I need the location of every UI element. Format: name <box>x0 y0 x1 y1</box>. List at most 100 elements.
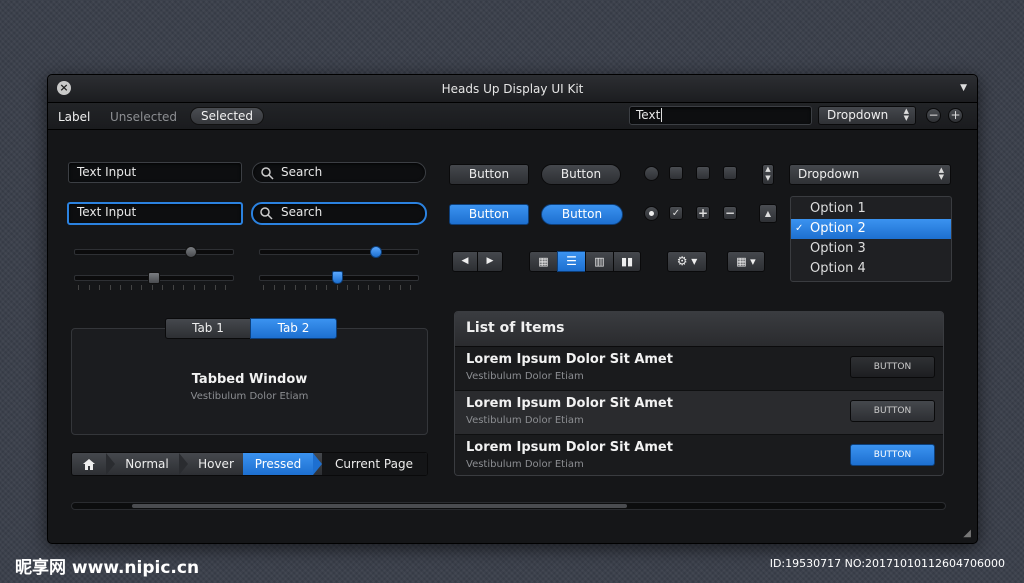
horizontal-scrollbar[interactable] <box>71 502 946 510</box>
list-item: Lorem Ipsum Dolor Sit Amet Vestibulum Do… <box>455 391 943 435</box>
arrow-left-icon[interactable]: ◀ <box>452 251 478 272</box>
triangle-down-icon[interactable]: ▼ <box>960 83 967 93</box>
radio-checked[interactable] <box>644 206 659 221</box>
list-item-button[interactable]: BUTTON <box>850 400 935 422</box>
dropdown-option-4[interactable]: Option 4 <box>791 259 951 279</box>
search-input-1[interactable]: Search <box>252 162 426 183</box>
list-item: Lorem Ipsum Dolor Sit Amet Vestibulum Do… <box>455 435 943 475</box>
tab-1[interactable]: Tab 1 <box>165 318 251 339</box>
calendar-icon[interactable]: ▦ ▾ <box>727 251 765 272</box>
slider-tick <box>88 285 90 290</box>
slider-tick <box>193 285 195 290</box>
toolbar-unselected[interactable]: Unselected <box>110 110 177 124</box>
breadcrumb: Normal Hover Pressed Current Page <box>71 452 428 476</box>
list-item-title: Lorem Ipsum Dolor Sit Amet <box>466 352 673 367</box>
toolbar-text-field[interactable]: Text <box>629 106 812 125</box>
dropdown-option-1[interactable]: Option 1 <box>791 199 951 219</box>
slider-tick <box>183 285 184 290</box>
slider-4-ticks <box>263 285 413 291</box>
resize-grip-icon[interactable]: ◢ <box>963 528 971 539</box>
text-input-1[interactable]: Text Input <box>68 162 242 183</box>
search-input-2-label: Search <box>281 205 323 219</box>
column-view-icon[interactable]: ▥ <box>585 251 614 272</box>
checkbox-unchecked-2[interactable] <box>696 166 710 180</box>
minus-icon[interactable]: − <box>723 206 737 220</box>
minus-icon[interactable]: − <box>926 108 941 123</box>
slider-tick <box>273 285 275 290</box>
slider-4-knob[interactable] <box>332 271 343 284</box>
toolbar-selected[interactable]: Selected <box>190 107 265 125</box>
slider-tick <box>399 285 401 290</box>
slider-tick <box>347 285 348 290</box>
breadcrumb-pressed[interactable]: Pressed <box>243 453 313 475</box>
window-title: Heads Up Display UI Kit <box>441 82 584 96</box>
hud-window: × Heads Up Display UI Kit ▼ Label Unsele… <box>47 74 978 544</box>
chevron-updown-icon: ▲ ▼ <box>938 166 944 181</box>
scrollbar-thumb[interactable] <box>132 504 627 508</box>
slider-tick <box>130 285 132 290</box>
title-bar: × Heads Up Display UI Kit ▼ <box>48 75 977 103</box>
dropdown-option-3[interactable]: Option 3 <box>791 239 951 259</box>
slider-tick <box>109 285 111 290</box>
search-input-2[interactable]: Search <box>251 202 427 225</box>
check-icon[interactable]: ✓ <box>669 206 683 220</box>
slider-tick <box>214 285 216 290</box>
checkbox-unchecked[interactable] <box>669 166 683 180</box>
search-input-1-label: Search <box>281 165 323 179</box>
slider-3-ticks <box>78 285 228 291</box>
list-item-subtitle: Vestibulum Dolor Etiam <box>466 459 584 470</box>
grid-view-icon[interactable]: ▦ <box>529 251 558 272</box>
button-round-pressed[interactable]: Button <box>541 204 623 225</box>
slider-tick <box>78 285 79 290</box>
slider-tick <box>336 285 338 290</box>
slider-2-track[interactable] <box>259 249 419 255</box>
list-item-title: Lorem Ipsum Dolor Sit Amet <box>466 440 673 455</box>
slider-tick <box>368 285 369 290</box>
plus-icon[interactable]: + <box>696 206 710 220</box>
list-item-button[interactable]: BUTTON <box>850 356 935 378</box>
radio-unchecked[interactable] <box>644 166 659 181</box>
breadcrumb-hover[interactable]: Hover <box>189 453 243 475</box>
watermark-left: 昵享网 www.nipic.cn <box>15 558 200 578</box>
home-icon[interactable] <box>72 453 106 475</box>
toolbar-dropdown[interactable]: Dropdown ▲ ▼ <box>818 106 916 125</box>
button-round[interactable]: Button <box>541 164 621 185</box>
slider-tick <box>378 285 380 290</box>
slider-tick <box>305 285 306 290</box>
dropdown-option-2-label: Option 2 <box>810 221 866 236</box>
coverflow-view-icon[interactable]: ▮▮ <box>613 251 641 272</box>
button-normal[interactable]: Button <box>449 164 529 185</box>
slider-1-track[interactable] <box>74 249 234 255</box>
list-item-button[interactable]: BUTTON <box>850 444 935 466</box>
slider-tick <box>263 285 264 290</box>
slider-3-knob[interactable] <box>148 272 160 284</box>
slider-tick <box>357 285 359 290</box>
slider-tick <box>284 285 285 290</box>
gear-icon[interactable]: ⚙ ▾ <box>667 251 707 272</box>
list-item-subtitle: Vestibulum Dolor Etiam <box>466 371 584 382</box>
button-pressed[interactable]: Button <box>449 204 529 225</box>
checkbox-unchecked-3[interactable] <box>723 166 737 180</box>
toolbar-dropdown-value: Dropdown <box>827 108 889 122</box>
watermark-right: ID:19530717 NO:20171010112604706000 <box>769 557 1005 570</box>
tab-2[interactable]: Tab 2 <box>250 318 337 339</box>
slider-tick <box>162 285 163 290</box>
toolbar: Label Unselected Selected Text Dropdown … <box>48 103 977 130</box>
plus-icon[interactable]: + <box>948 108 963 123</box>
arrow-right-icon[interactable]: ▶ <box>477 251 503 272</box>
slider-2-knob[interactable] <box>370 246 382 258</box>
stepper-icon[interactable]: ▲ ▼ <box>762 164 774 185</box>
text-input-2[interactable]: Text Input <box>67 202 243 225</box>
triangle-up-icon[interactable]: ▲ <box>759 204 777 223</box>
slider-1-knob[interactable] <box>185 246 197 258</box>
tabbed-window: Tabbed Window Vestibulum Dolor Etiam <box>71 328 428 435</box>
toolbar-label: Label <box>58 110 91 124</box>
list-view-icon[interactable]: ☰ <box>557 251 586 272</box>
dropdown[interactable]: Dropdown ▲ ▼ <box>789 164 951 185</box>
dropdown-option-2[interactable]: ✓ Option 2 <box>791 219 951 239</box>
breadcrumb-normal[interactable]: Normal <box>116 453 178 475</box>
dropdown-menu: Option 1 ✓ Option 2 Option 3 Option 4 <box>790 196 952 282</box>
slider-tick <box>204 285 205 290</box>
tabbed-window-subtitle: Vestibulum Dolor Etiam <box>190 391 309 402</box>
slider-tick <box>120 285 121 290</box>
